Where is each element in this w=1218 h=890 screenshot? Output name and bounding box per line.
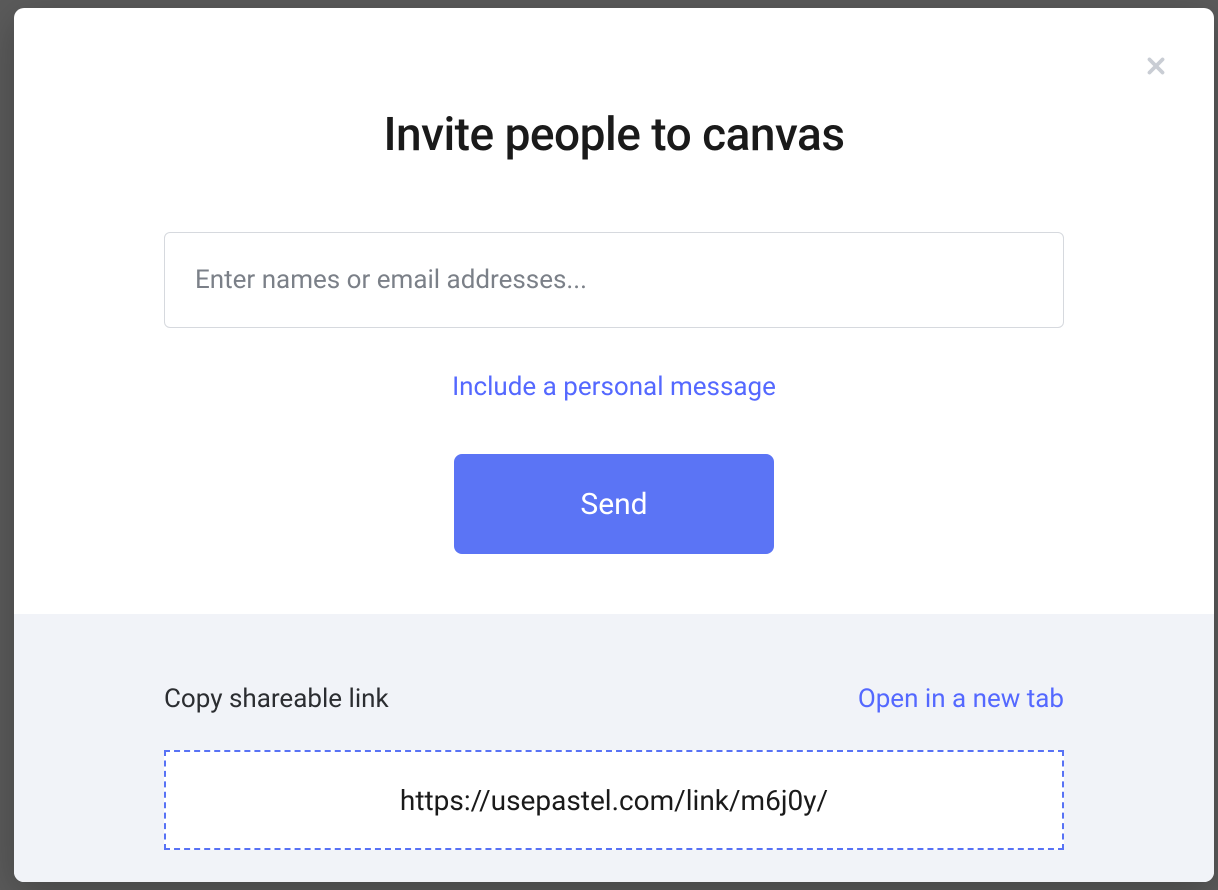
- copy-shareable-link-label: Copy shareable link: [164, 684, 389, 714]
- close-icon: [1141, 51, 1171, 81]
- modal-lower-section: Copy shareable link Open in a new tab: [14, 614, 1214, 882]
- share-link-input[interactable]: [164, 750, 1064, 850]
- invite-modal: Invite people to canvas Include a person…: [14, 8, 1214, 882]
- email-input[interactable]: [164, 232, 1064, 328]
- send-button[interactable]: Send: [454, 454, 774, 554]
- share-header-row: Copy shareable link Open in a new tab: [164, 684, 1064, 714]
- include-personal-message-link[interactable]: Include a personal message: [164, 372, 1064, 402]
- modal-title: Invite people to canvas: [164, 108, 1064, 162]
- modal-upper-section: Invite people to canvas Include a person…: [14, 8, 1214, 614]
- close-button[interactable]: [1136, 46, 1176, 86]
- open-in-new-tab-link[interactable]: Open in a new tab: [858, 684, 1064, 714]
